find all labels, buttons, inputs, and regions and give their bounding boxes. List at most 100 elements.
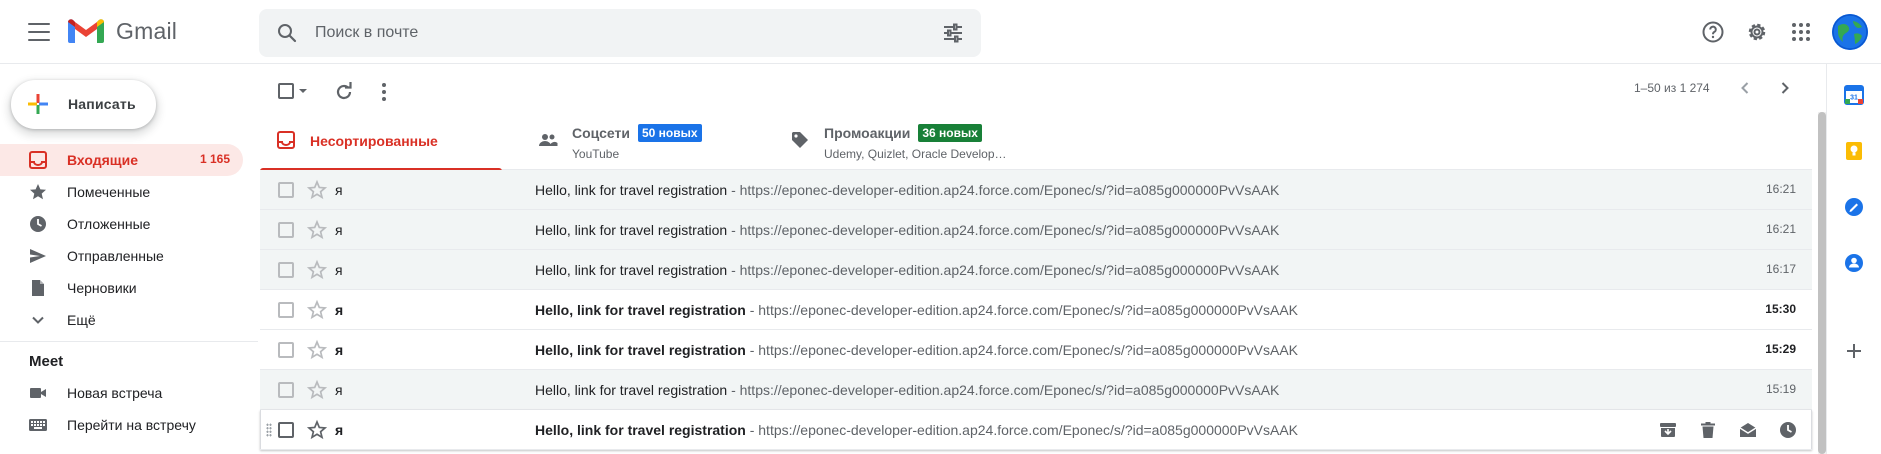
- inbox-icon: [277, 131, 295, 149]
- received-time: 16:21: [1765, 222, 1796, 236]
- email-row[interactable]: я Hello, link for travel registration - …: [260, 290, 1812, 330]
- sender: я: [335, 182, 343, 198]
- email-row[interactable]: я Hello, link for travel registration - …: [260, 250, 1812, 290]
- archive-icon[interactable]: [1658, 420, 1678, 440]
- subject: Hello, link for travel registration: [535, 342, 746, 358]
- keep-icon[interactable]: [1843, 140, 1865, 162]
- received-time: 16:21: [1765, 182, 1796, 196]
- sidebar-item-starred[interactable]: Помеченные: [0, 176, 243, 208]
- chevron-left-icon[interactable]: [1735, 78, 1755, 98]
- gmail-logo[interactable]: Gmail: [66, 16, 177, 46]
- settings-gear-icon[interactable]: [1745, 20, 1769, 44]
- contacts-icon[interactable]: [1843, 252, 1865, 274]
- delete-icon[interactable]: [1698, 420, 1718, 440]
- search-options-icon[interactable]: [941, 21, 965, 45]
- meet-section-title: Meet: [29, 353, 64, 370]
- subject: Hello, link for travel registration: [535, 222, 728, 238]
- calendar-icon[interactable]: 31: [1843, 84, 1865, 106]
- star-outline-icon[interactable]: [306, 219, 328, 241]
- calendar-day: 31: [1850, 95, 1858, 102]
- inbox-icon: [29, 151, 47, 169]
- scrollbar-thumb[interactable]: [1818, 112, 1826, 454]
- search-input[interactable]: [315, 21, 875, 45]
- apps-grid-icon[interactable]: [1789, 20, 1813, 44]
- star-outline-icon[interactable]: [306, 339, 328, 361]
- sender: я: [335, 422, 344, 438]
- star-icon: [30, 184, 46, 200]
- tab-primary[interactable]: Несортированные: [260, 114, 502, 171]
- account-avatar[interactable]: [1832, 14, 1868, 50]
- row-checkbox[interactable]: [278, 262, 294, 278]
- more-vert-icon[interactable]: [372, 80, 396, 104]
- compose-label: Написать: [68, 96, 136, 112]
- search-icon[interactable]: [275, 21, 299, 45]
- list-scrollbar[interactable]: [1818, 112, 1826, 454]
- row-checkbox[interactable]: [278, 302, 294, 318]
- sidebar-item-snoozed[interactable]: Отложенные: [0, 208, 243, 240]
- row-hover-actions: [1638, 420, 1798, 440]
- star-outline-icon[interactable]: [306, 379, 328, 401]
- sidebar-item-new-meeting[interactable]: Новая встреча: [0, 377, 243, 409]
- tab-label: Промоакции: [824, 125, 911, 141]
- sidebar-item-drafts[interactable]: Черновики: [0, 272, 243, 304]
- snippet: - https://eponec-developer-edition.ap24.…: [745, 302, 1299, 318]
- tab-social[interactable]: Соцсети 50 новых YouTube: [522, 114, 764, 170]
- subject: Hello, link for travel registration: [535, 182, 728, 198]
- globe-icon: [1832, 14, 1868, 50]
- row-checkbox[interactable]: [278, 342, 294, 358]
- sidebar-divider: [0, 341, 258, 342]
- tab-head: Промоакции 36 новых: [824, 124, 982, 142]
- add-icon[interactable]: [1843, 340, 1865, 362]
- subject: Hello, link for travel registration: [535, 262, 728, 278]
- refresh-icon[interactable]: [332, 80, 356, 104]
- subject: Hello, link for travel registration: [535, 382, 728, 398]
- category-tabs: Несортированные Соцсети 50 новых YouTube…: [260, 114, 1812, 171]
- subject-line: Hello, link for travel registration - ht…: [535, 382, 1279, 398]
- star-outline-icon[interactable]: [306, 419, 328, 441]
- search-bar[interactable]: [259, 9, 981, 57]
- row-checkbox[interactable]: [278, 182, 294, 198]
- sidebar-item-label: Помеченные: [67, 184, 151, 200]
- menu-line: [28, 31, 50, 33]
- email-row[interactable]: я Hello, link for travel registration - …: [260, 170, 1812, 210]
- email-row[interactable]: я Hello, link for travel registration - …: [260, 330, 1812, 370]
- sidebar-item-label: Отложенные: [67, 216, 151, 232]
- sidebar-item-sent[interactable]: Отправленные: [0, 240, 243, 272]
- sender: я: [335, 382, 343, 398]
- mark-as-read-icon[interactable]: [1738, 420, 1758, 440]
- email-row[interactable]: я Hello, link for travel registration - …: [260, 370, 1812, 410]
- sidebar-item-join-meeting[interactable]: Перейти на встречу: [0, 409, 243, 441]
- chevron-right-icon[interactable]: [1775, 78, 1795, 98]
- compose-button[interactable]: Написать: [11, 80, 156, 129]
- row-checkbox[interactable]: [278, 382, 294, 398]
- tab-senders: Udemy, Quizlet, Oracle Develop…: [824, 147, 1007, 161]
- sidebar-item-more[interactable]: Ещё: [0, 304, 243, 336]
- received-time: 15:29: [1765, 342, 1796, 356]
- sidebar-item-inbox[interactable]: Входящие 1 165: [0, 144, 243, 176]
- subject-line: Hello, link for travel registration - ht…: [535, 262, 1279, 278]
- snippet: - https://eponec-developer-edition.ap24.…: [727, 262, 1280, 278]
- tab-promotions[interactable]: Промоакции 36 новых Udemy, Quizlet, Orac…: [774, 114, 1074, 170]
- menu-line: [28, 39, 50, 41]
- select-all-checkbox[interactable]: [278, 83, 294, 99]
- email-row[interactable]: я Hello, link for travel registration - …: [260, 210, 1812, 250]
- star-outline-icon[interactable]: [306, 179, 328, 201]
- drag-handle[interactable]: [266, 423, 272, 437]
- tag-icon: [792, 132, 808, 148]
- subject: Hello, link for travel registration: [535, 302, 746, 318]
- main-menu-button[interactable]: [24, 20, 54, 44]
- snooze-clock-icon[interactable]: [1778, 420, 1798, 440]
- app-name: Gmail: [116, 17, 178, 44]
- sidebar-item-label: Отправленные: [67, 248, 164, 264]
- select-dropdown-icon[interactable]: [298, 86, 308, 96]
- received-time: 16:17: [1765, 262, 1796, 276]
- subject: Hello, link for travel registration: [535, 422, 746, 438]
- tab-senders: YouTube: [572, 147, 620, 161]
- row-checkbox[interactable]: [278, 422, 294, 438]
- star-outline-icon[interactable]: [306, 259, 328, 281]
- row-checkbox[interactable]: [278, 222, 294, 238]
- tasks-icon[interactable]: [1843, 196, 1865, 218]
- email-row[interactable]: я Hello, link for travel registration - …: [260, 410, 1812, 450]
- star-outline-icon[interactable]: [306, 299, 328, 321]
- help-icon[interactable]: [1701, 20, 1725, 44]
